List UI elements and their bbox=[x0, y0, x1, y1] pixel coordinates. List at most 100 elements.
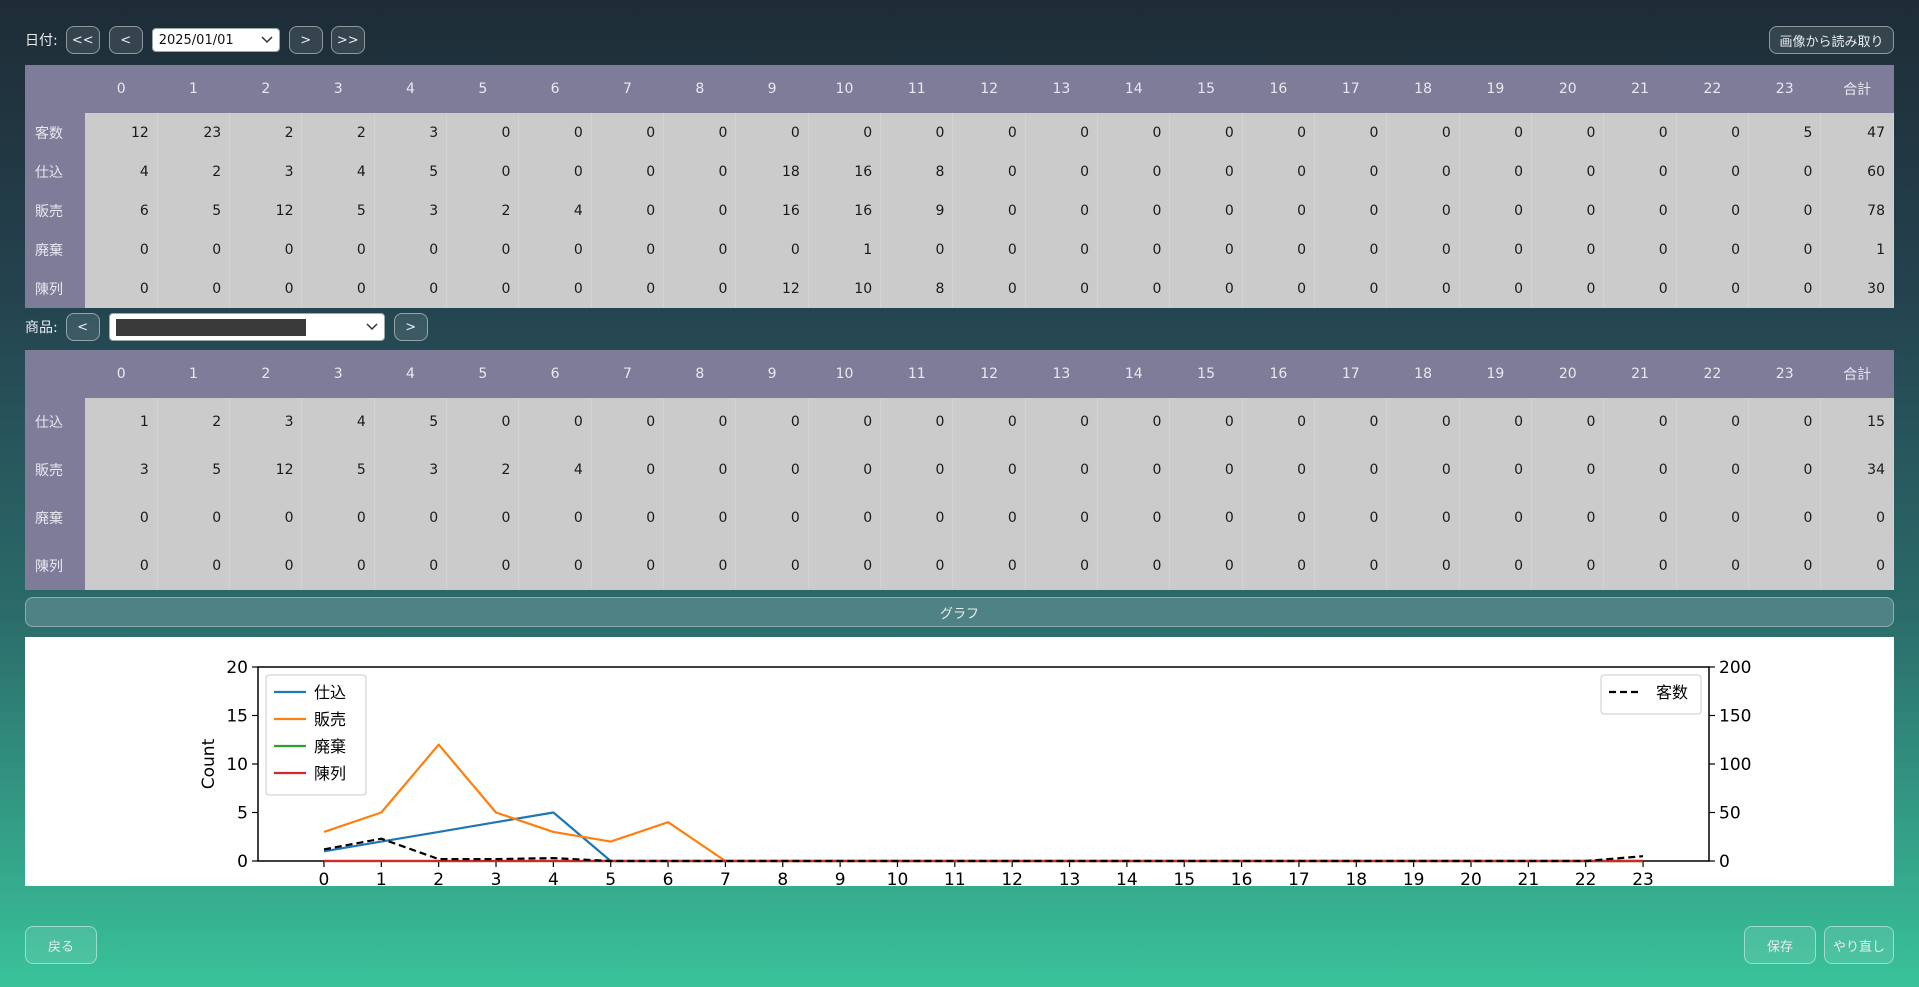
value-cell[interactable]: 0 bbox=[1531, 152, 1605, 191]
value-cell[interactable]: 0 bbox=[1459, 398, 1533, 446]
total-cell[interactable]: 47 bbox=[1820, 113, 1894, 152]
value-cell[interactable]: 0 bbox=[1386, 269, 1460, 308]
value-cell[interactable]: 0 bbox=[1097, 494, 1171, 542]
value-cell[interactable]: 0 bbox=[229, 542, 303, 590]
value-cell[interactable]: 0 bbox=[157, 494, 231, 542]
value-cell[interactable]: 0 bbox=[1169, 542, 1243, 590]
value-cell[interactable]: 0 bbox=[518, 152, 592, 191]
value-cell[interactable]: 0 bbox=[229, 269, 303, 308]
total-cell[interactable]: 15 bbox=[1820, 398, 1894, 446]
value-cell[interactable]: 0 bbox=[1748, 542, 1822, 590]
value-cell[interactable]: 0 bbox=[663, 494, 737, 542]
value-cell[interactable]: 0 bbox=[952, 230, 1026, 269]
value-cell[interactable]: 0 bbox=[157, 230, 231, 269]
value-cell[interactable]: 0 bbox=[1676, 269, 1750, 308]
value-cell[interactable]: 0 bbox=[157, 269, 231, 308]
value-cell[interactable]: 0 bbox=[591, 494, 665, 542]
value-cell[interactable]: 0 bbox=[952, 398, 1026, 446]
value-cell[interactable]: 0 bbox=[1314, 230, 1388, 269]
value-cell[interactable]: 0 bbox=[1169, 398, 1243, 446]
value-cell[interactable]: 0 bbox=[1314, 191, 1388, 230]
value-cell[interactable]: 0 bbox=[1459, 542, 1533, 590]
value-cell[interactable]: 0 bbox=[1386, 494, 1460, 542]
last-date-button[interactable]: >> bbox=[330, 26, 365, 54]
value-cell[interactable]: 0 bbox=[591, 191, 665, 230]
back-button[interactable]: 戻る bbox=[25, 926, 97, 964]
value-cell[interactable]: 0 bbox=[1169, 269, 1243, 308]
value-cell[interactable]: 0 bbox=[591, 113, 665, 152]
value-cell[interactable]: 2 bbox=[229, 113, 303, 152]
next-product-button[interactable]: > bbox=[393, 313, 428, 341]
value-cell[interactable]: 0 bbox=[301, 230, 375, 269]
value-cell[interactable]: 0 bbox=[735, 494, 809, 542]
value-cell[interactable]: 0 bbox=[1748, 152, 1822, 191]
value-cell[interactable]: 5 bbox=[301, 446, 375, 494]
value-cell[interactable]: 3 bbox=[85, 446, 158, 494]
value-cell[interactable]: 4 bbox=[518, 191, 592, 230]
value-cell[interactable]: 0 bbox=[1603, 542, 1677, 590]
value-cell[interactable]: 2 bbox=[157, 152, 231, 191]
value-cell[interactable]: 0 bbox=[1531, 446, 1605, 494]
value-cell[interactable]: 0 bbox=[663, 113, 737, 152]
value-cell[interactable]: 0 bbox=[1242, 446, 1316, 494]
value-cell[interactable]: 0 bbox=[808, 542, 882, 590]
value-cell[interactable]: 0 bbox=[808, 494, 882, 542]
value-cell[interactable]: 0 bbox=[1242, 191, 1316, 230]
value-cell[interactable]: 5 bbox=[374, 398, 448, 446]
value-cell[interactable]: 0 bbox=[1531, 494, 1605, 542]
value-cell[interactable]: 0 bbox=[229, 494, 303, 542]
value-cell[interactable]: 0 bbox=[446, 152, 520, 191]
value-cell[interactable]: 0 bbox=[1025, 542, 1099, 590]
value-cell[interactable]: 0 bbox=[1531, 398, 1605, 446]
redo-button[interactable]: やり直し bbox=[1824, 926, 1894, 964]
value-cell[interactable]: 0 bbox=[663, 191, 737, 230]
value-cell[interactable]: 0 bbox=[1748, 269, 1822, 308]
value-cell[interactable]: 0 bbox=[1676, 191, 1750, 230]
total-cell[interactable]: 78 bbox=[1820, 191, 1894, 230]
value-cell[interactable]: 0 bbox=[1097, 230, 1171, 269]
value-cell[interactable]: 0 bbox=[1676, 542, 1750, 590]
value-cell[interactable]: 0 bbox=[1386, 446, 1460, 494]
value-cell[interactable]: 4 bbox=[301, 398, 375, 446]
value-cell[interactable]: 0 bbox=[591, 152, 665, 191]
value-cell[interactable]: 6 bbox=[85, 191, 158, 230]
value-cell[interactable]: 0 bbox=[446, 230, 520, 269]
value-cell[interactable]: 12 bbox=[229, 446, 303, 494]
value-cell[interactable]: 0 bbox=[1314, 446, 1388, 494]
total-cell[interactable]: 60 bbox=[1820, 152, 1894, 191]
save-button[interactable]: 保存 bbox=[1744, 926, 1816, 964]
value-cell[interactable]: 23 bbox=[157, 113, 231, 152]
product-select[interactable] bbox=[108, 313, 385, 341]
value-cell[interactable]: 0 bbox=[735, 398, 809, 446]
value-cell[interactable]: 2 bbox=[157, 398, 231, 446]
value-cell[interactable]: 12 bbox=[735, 269, 809, 308]
value-cell[interactable]: 0 bbox=[952, 542, 1026, 590]
value-cell[interactable]: 0 bbox=[880, 113, 954, 152]
value-cell[interactable]: 0 bbox=[1242, 152, 1316, 191]
value-cell[interactable]: 0 bbox=[591, 446, 665, 494]
value-cell[interactable]: 0 bbox=[808, 113, 882, 152]
value-cell[interactable]: 12 bbox=[85, 113, 158, 152]
value-cell[interactable]: 0 bbox=[1097, 113, 1171, 152]
value-cell[interactable]: 0 bbox=[446, 269, 520, 308]
value-cell[interactable]: 0 bbox=[1676, 398, 1750, 446]
value-cell[interactable]: 0 bbox=[880, 542, 954, 590]
value-cell[interactable]: 0 bbox=[591, 269, 665, 308]
value-cell[interactable]: 0 bbox=[1386, 152, 1460, 191]
value-cell[interactable]: 0 bbox=[301, 269, 375, 308]
value-cell[interactable]: 8 bbox=[880, 152, 954, 191]
value-cell[interactable]: 0 bbox=[1169, 230, 1243, 269]
value-cell[interactable]: 9 bbox=[880, 191, 954, 230]
value-cell[interactable]: 0 bbox=[1459, 494, 1533, 542]
value-cell[interactable]: 0 bbox=[735, 542, 809, 590]
value-cell[interactable]: 0 bbox=[1314, 113, 1388, 152]
total-cell[interactable]: 34 bbox=[1820, 446, 1894, 494]
value-cell[interactable]: 0 bbox=[1025, 398, 1099, 446]
value-cell[interactable]: 0 bbox=[157, 542, 231, 590]
value-cell[interactable]: 0 bbox=[808, 398, 882, 446]
value-cell[interactable]: 3 bbox=[229, 398, 303, 446]
prev-date-button[interactable]: < bbox=[108, 26, 143, 54]
value-cell[interactable]: 0 bbox=[1531, 191, 1605, 230]
value-cell[interactable]: 4 bbox=[301, 152, 375, 191]
value-cell[interactable]: 0 bbox=[735, 230, 809, 269]
